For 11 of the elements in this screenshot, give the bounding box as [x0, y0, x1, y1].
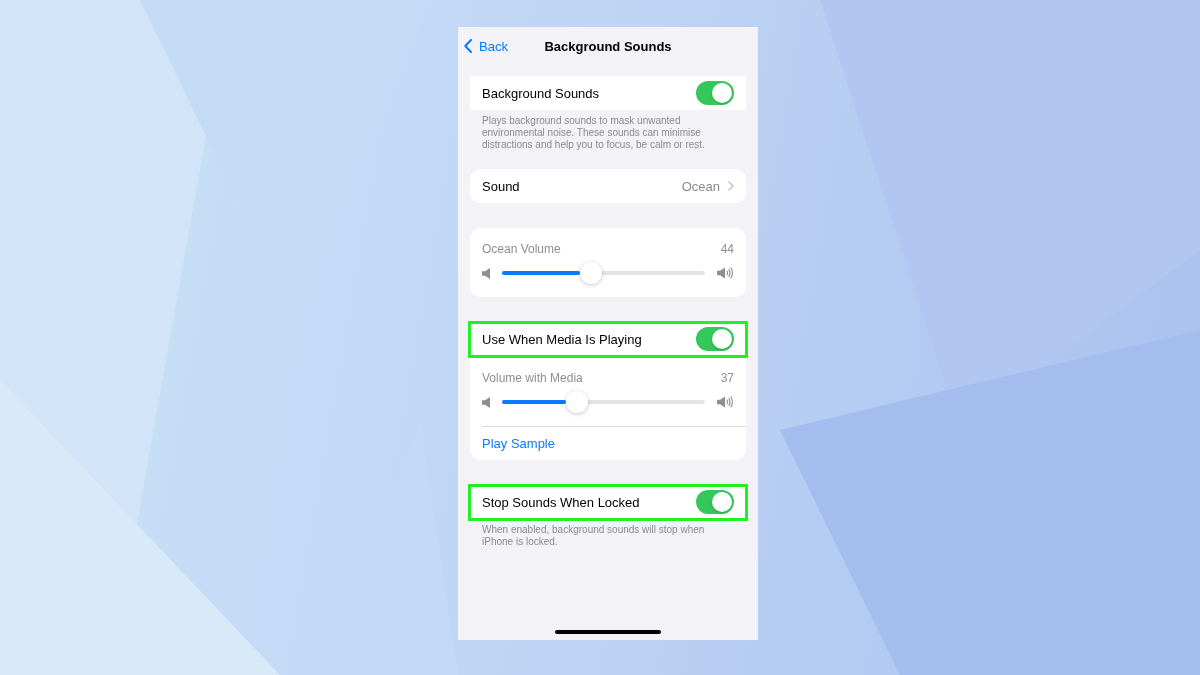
row-label: Use When Media Is Playing [482, 331, 642, 347]
row-label: Stop Sounds When Locked [482, 494, 640, 510]
row-value: Ocean [681, 178, 720, 194]
slider-label: Volume with Media [482, 371, 583, 385]
nav-title: Background Sounds [544, 38, 672, 54]
row-label: Background Sounds [482, 85, 600, 101]
slider-label: Ocean Volume [482, 242, 561, 256]
section-footer: When enabled, background sounds will stop when iPhone is locked. [470, 519, 746, 548]
slider-value: 37 [720, 371, 734, 385]
section-footer: Plays background sounds to mask unwanted environmental noise. These sounds can minimise distractions and help you to focus, be calm or rest. [470, 110, 746, 151]
slider-value: 44 [720, 242, 734, 256]
